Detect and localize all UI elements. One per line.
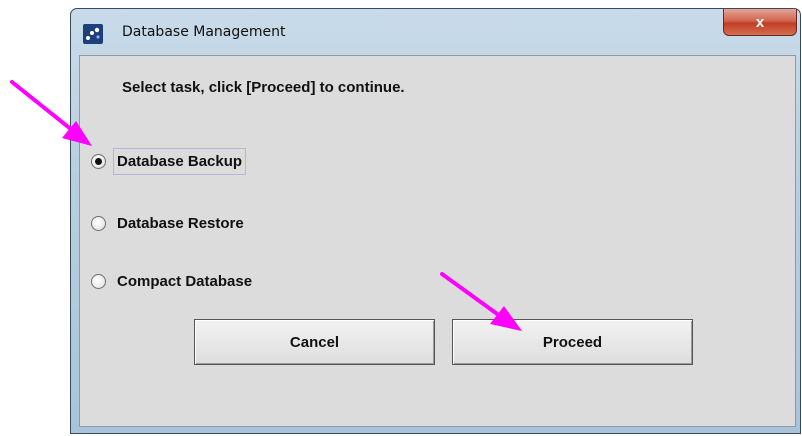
option-compact-database[interactable]: Compact Database — [91, 267, 256, 295]
proceed-button[interactable]: Proceed — [452, 319, 693, 365]
radio-button-backup[interactable] — [91, 153, 106, 169]
option-label-compact[interactable]: Compact Database — [113, 268, 256, 295]
dialog-content: Select task, click [Proceed] to continue… — [79, 55, 796, 427]
option-label-restore[interactable]: Database Restore — [113, 210, 248, 237]
java-dots-icon — [83, 24, 103, 44]
close-button[interactable]: x — [723, 9, 797, 36]
radio-button-restore[interactable] — [91, 215, 106, 231]
window-title: Database Management — [122, 24, 286, 40]
close-icon: x — [755, 13, 765, 31]
option-database-backup[interactable]: Database Backup — [91, 147, 247, 175]
cancel-button[interactable]: Cancel — [194, 319, 435, 365]
radio-button-compact[interactable] — [91, 273, 106, 289]
database-management-window: Database Management x Select task, click… — [70, 8, 801, 434]
option-database-restore[interactable]: Database Restore — [91, 209, 248, 237]
instruction-text: Select task, click [Proceed] to continue… — [122, 79, 405, 96]
title-bar[interactable]: Database Management x — [71, 9, 800, 55]
option-label-backup[interactable]: Database Backup — [113, 147, 247, 175]
